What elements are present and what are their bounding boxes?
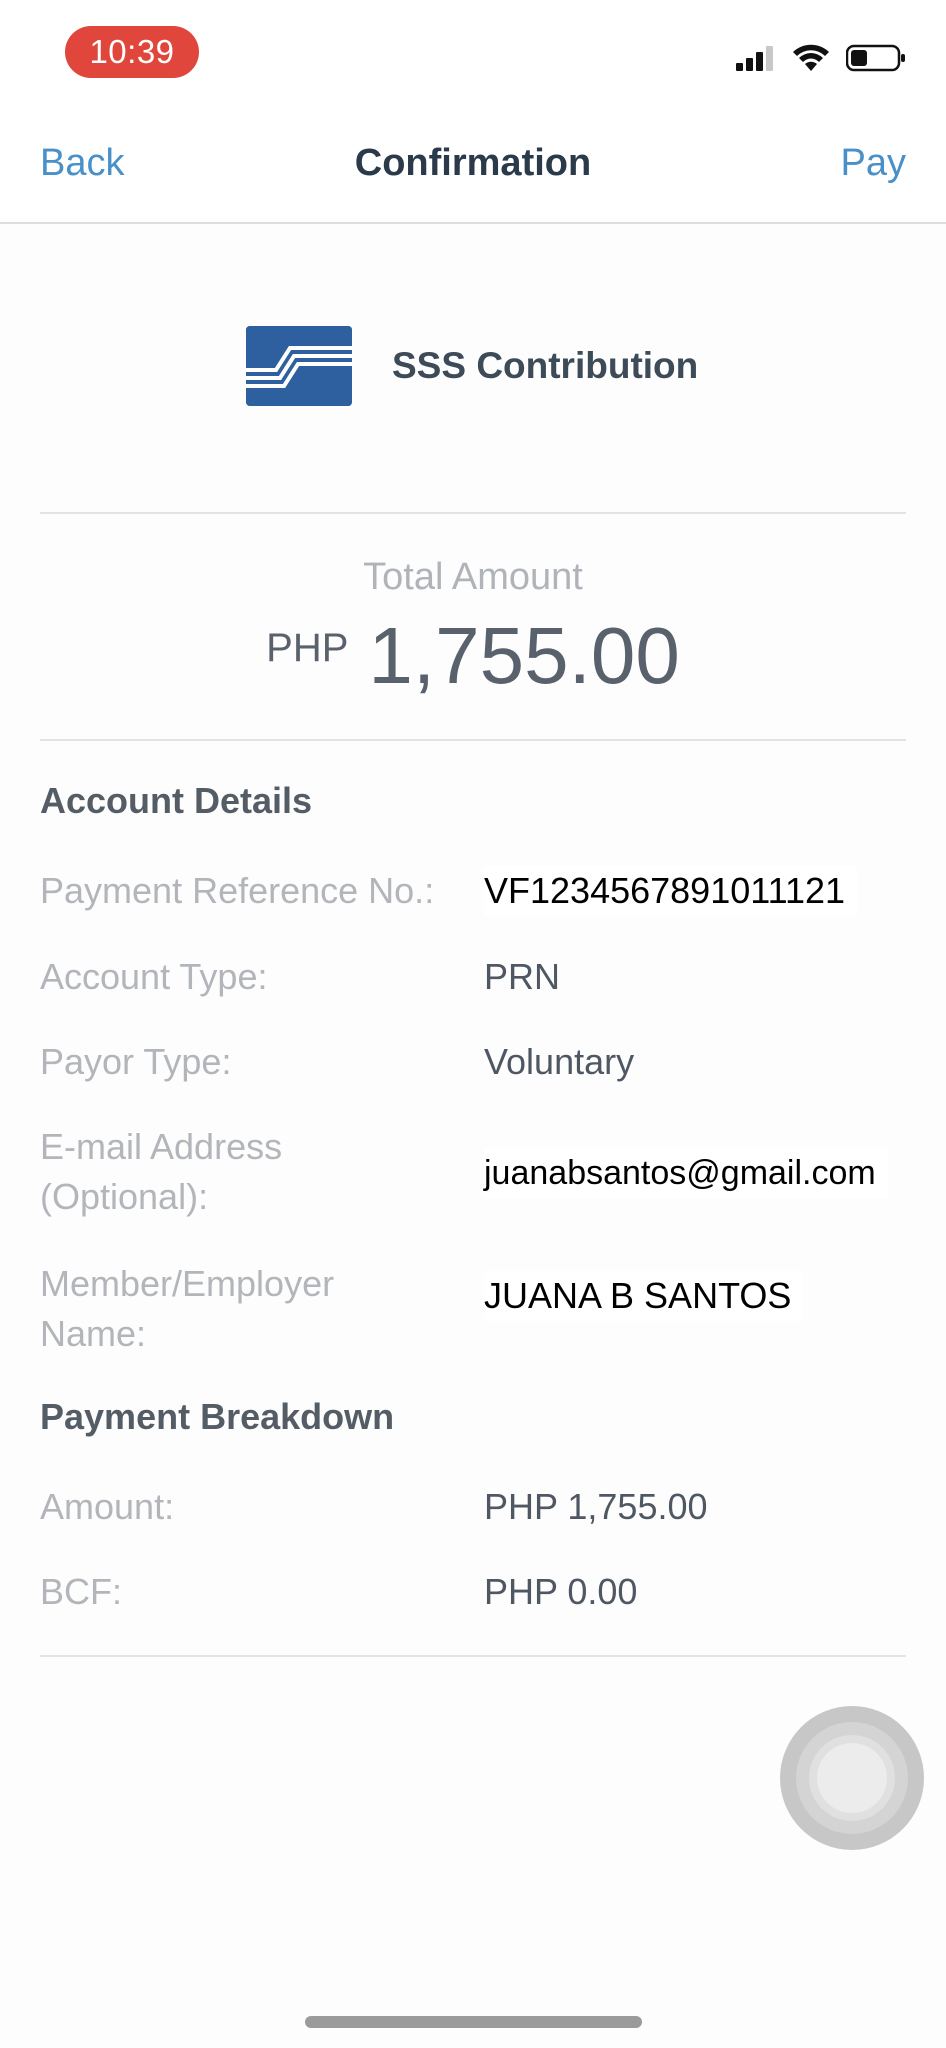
payment-breakdown-title: Payment Breakdown xyxy=(40,1396,395,1437)
page-title: Confirmation xyxy=(354,142,592,184)
breakdown-label: Amount: xyxy=(40,1486,175,1527)
pay-button[interactable]: Pay xyxy=(841,142,906,185)
divider xyxy=(40,739,906,741)
breakdown-label: BCF: xyxy=(40,1571,123,1612)
breakdown-value: PHP 0.00 xyxy=(484,1571,638,1612)
battery-icon xyxy=(845,43,906,78)
detail-label-line: Name: xyxy=(40,1313,147,1354)
status-icons xyxy=(736,42,906,78)
back-button[interactable]: Back xyxy=(40,142,124,185)
sss-logo xyxy=(246,326,352,406)
total-currency: PHP xyxy=(266,626,349,670)
detail-label: Member/Employer Name: xyxy=(40,1259,480,1359)
divider xyxy=(40,512,906,514)
account-details-title: Account Details xyxy=(40,780,313,821)
detail-value: juanabsantos@gmail.com xyxy=(484,1148,888,1198)
detail-label: Account Type: xyxy=(40,956,268,997)
signal-icon xyxy=(736,45,776,76)
total-value: 1,755.00 xyxy=(368,611,680,700)
detail-label-line: Member/Employer xyxy=(40,1263,335,1304)
detail-label: E-mail Address (Optional): xyxy=(40,1122,480,1222)
detail-value: VF1234567891011121 xyxy=(484,866,858,916)
detail-value: PRN xyxy=(484,956,561,997)
detail-label: Payor Type: xyxy=(40,1041,232,1082)
confirmation-screen: 10:39 Confirmation Back Pay SSS Contribu… xyxy=(0,0,946,2048)
detail-label: Payment Reference No.: xyxy=(40,870,435,911)
navigation-bar: Confirmation Back Pay xyxy=(0,110,946,224)
biller-name: SSS Contribution xyxy=(392,345,699,386)
status-time: 10:39 xyxy=(65,26,199,78)
biller-header: SSS Contribution xyxy=(246,326,698,406)
status-bar: 10:39 xyxy=(0,0,946,110)
assistive-touch-button[interactable] xyxy=(780,1706,924,1850)
breakdown-value: PHP 1,755.00 xyxy=(484,1486,708,1527)
total-amount: PHP 1,755.00 xyxy=(0,610,946,702)
detail-label-line: (Optional): xyxy=(40,1176,209,1217)
detail-value: JUANA B SANTOS xyxy=(484,1271,804,1321)
detail-value: Voluntary xyxy=(484,1041,635,1082)
detail-label-line: E-mail Address xyxy=(40,1126,283,1167)
wifi-icon xyxy=(792,44,830,77)
total-amount-label: Total Amount xyxy=(363,556,583,598)
divider xyxy=(40,1655,906,1657)
home-indicator[interactable] xyxy=(305,2016,642,2028)
